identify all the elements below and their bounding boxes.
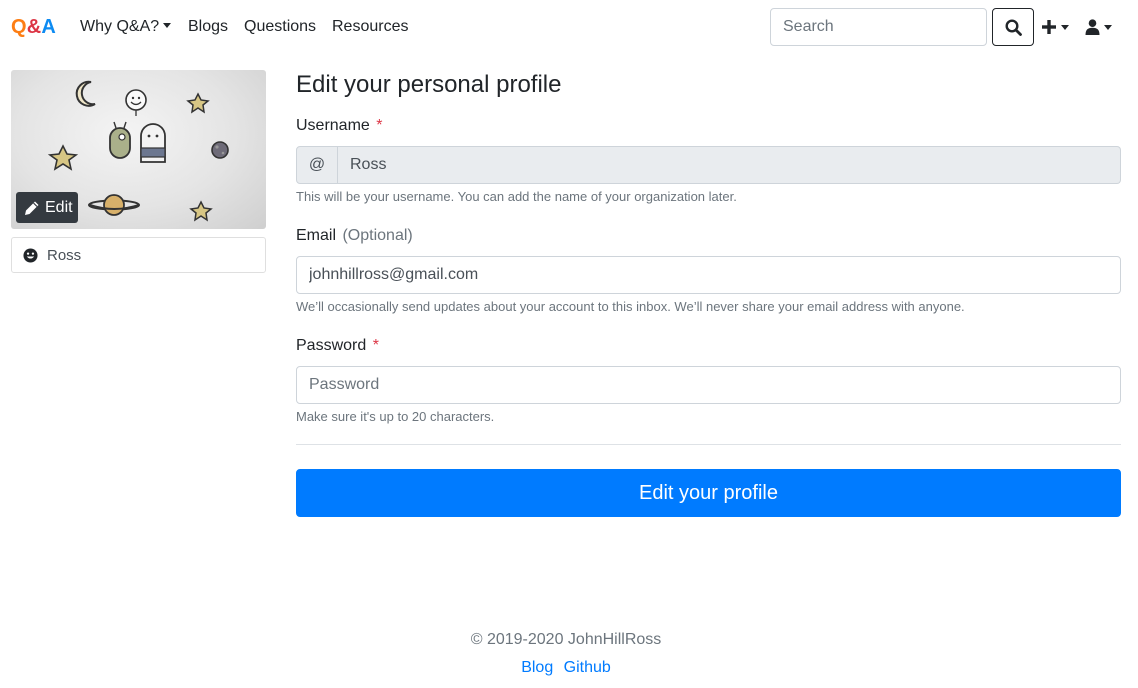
required-mark: * [372,337,379,354]
email-label: Email (Optional) [296,227,413,244]
profile-name-card[interactable]: Ross [11,237,266,273]
nav-questions[interactable]: Questions [244,17,316,37]
nav-blogs[interactable]: Blogs [188,17,228,37]
username-help-text: This will be your username. You can add … [296,189,737,204]
required-mark: * [376,117,383,134]
username-field: @ Ross [296,146,1121,184]
footer-link-github[interactable]: Github [564,659,611,676]
footer-link-blog[interactable]: Blog [521,659,553,676]
brand-logo[interactable]: Q&A [11,15,56,39]
username-at-prefix: @ [296,146,338,184]
caret-down-icon [1061,24,1069,30]
password-input[interactable] [296,366,1121,404]
form-divider [296,444,1121,445]
add-dropdown[interactable] [1041,16,1069,38]
footer-links: Blog Github [0,658,1132,678]
nav-why-qa-dropdown[interactable]: Why Q&A? [80,17,172,37]
nav-resources[interactable]: Resources [332,17,408,37]
caret-down-icon [1104,24,1112,30]
optional-mark: (Optional) [342,227,413,244]
search-button[interactable] [992,8,1034,46]
search-input[interactable] [770,8,987,46]
user-dropdown[interactable] [1085,16,1112,38]
edit-profile-submit-button[interactable]: Edit your profile [296,469,1121,517]
navbar: Q&A Why Q&A? Blogs Questions Resources [0,0,1138,54]
caret-down-icon [163,23,172,28]
username-input[interactable]: Ross [338,146,1121,184]
plus-icon [1042,20,1056,34]
username-label: Username * [296,117,383,134]
edit-cover-button[interactable]: Edit [16,192,78,223]
search-icon [1004,18,1022,36]
smile-icon [23,247,38,263]
page-title: Edit your personal profile [296,71,562,98]
password-help-text: Make sure it's up to 20 characters. [296,409,495,424]
user-icon [1085,19,1100,35]
footer-copyright: © 2019-2020 JohnHillRoss [470,631,662,648]
pencil-icon [25,201,39,215]
email-help-text: We’ll occasionally send updates about yo… [296,299,965,314]
password-label: Password * [296,337,379,354]
email-input[interactable] [296,256,1121,294]
